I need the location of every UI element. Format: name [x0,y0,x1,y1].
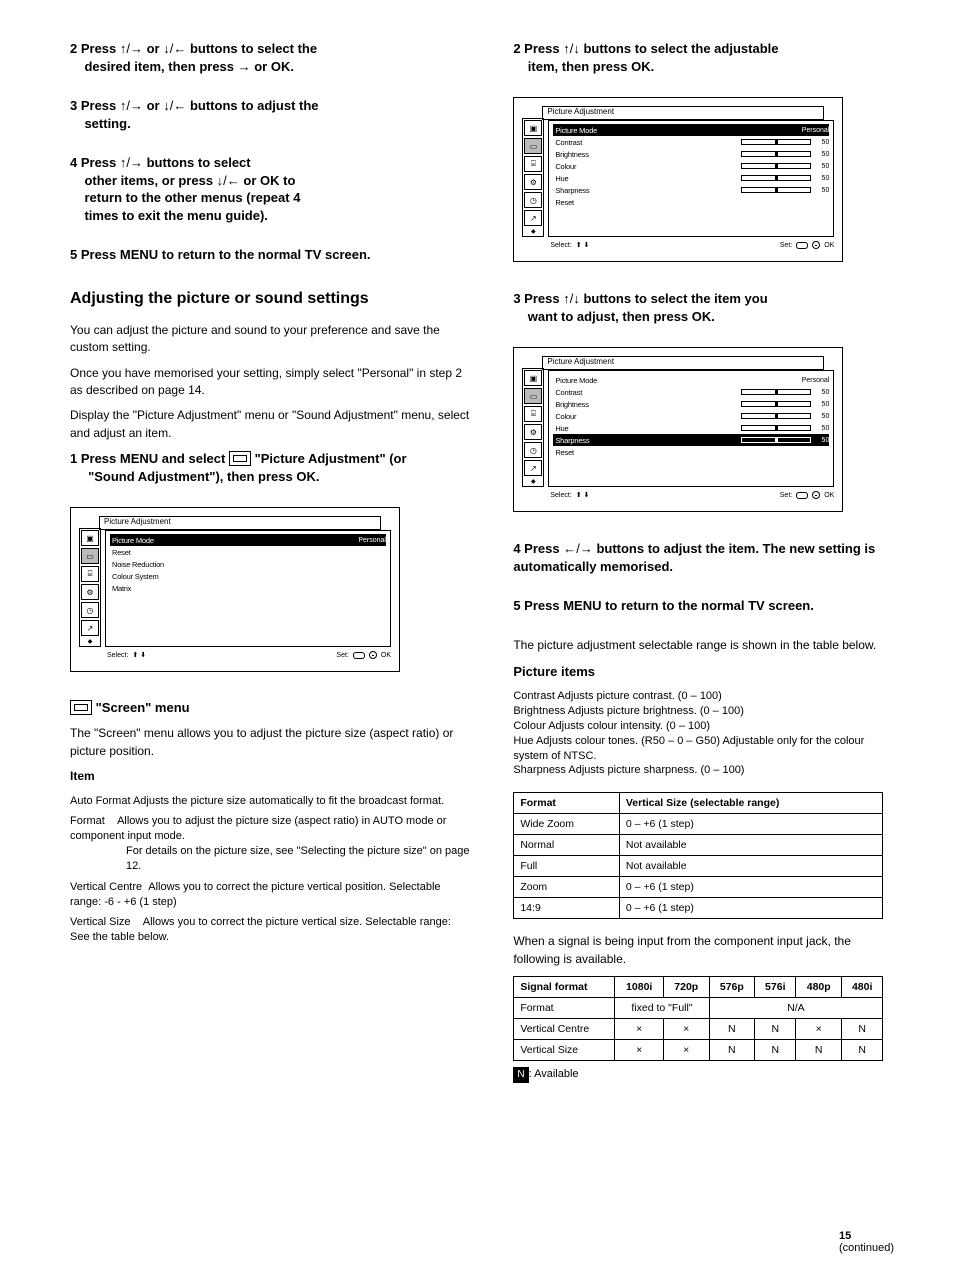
legend-badge: N [513,1067,528,1083]
screen-icon [70,700,92,715]
pic-hue: Hue Adjusts colour tones. (R50 – 0 – G50… [513,734,883,764]
para-1b: Once you have memorised your setting, si… [70,365,470,400]
picture-items-hdr: Picture items [513,664,883,679]
para-2: Display the "Picture Adjustment" menu or… [70,407,470,442]
up-right-arrows-icon: ↑/→ [120,40,143,58]
para-1: You can adjust the picture and sound to … [70,322,470,357]
leftright-arrows-icon: ←/→ [563,540,593,558]
pic-sharp: Sharpness Adjusts picture sharpness. (0 … [513,763,883,778]
sidebar-picture-icon: ▣ [524,120,542,136]
sidebar-picture-icon: ▣ [524,370,542,386]
component-table: Signal format 1080i 720p 576p 576i 480p … [513,976,883,1061]
sidebar-timer-icon: ◷ [81,602,99,618]
up-right-arrows-icon: ↑/→ [120,97,143,115]
updown-arrows-icon: ↑/↓ [563,40,580,58]
section-title: Adjusting the picture or sound settings [70,290,470,308]
sidebar-setup-icon: ⚙ [524,174,542,190]
screen-menu-text: The "Screen" menu allows you to adjust t… [70,725,470,760]
sidebar-screen-icon: ▭ [524,138,542,154]
vsize: Vertical Size Allows you to correct the … [70,915,470,945]
step-5: 5 Press MENU to return to the normal TV … [70,246,470,264]
pic-bright: Brightness Adjusts picture brightness. (… [513,704,883,719]
sidebar-features-icon: ⌸ [524,156,542,172]
sidebar-screen-icon: ▭ [524,388,542,404]
r-step-5: 5 Press MENU to return to the normal TV … [513,597,883,615]
updown-arrows-icon: ↑/↓ [563,290,580,308]
sidebar-features-icon: ⌸ [524,406,542,422]
osd-diagram-3: Picture Adjustment ▣ ▭ ⌸ ⚙ ◷ ↗ ◆ Picture… [513,347,843,512]
up-right-arrows-icon: ↑/→ [120,154,143,172]
right-arrow-icon: → [238,58,251,76]
r-step-2: 2 Press ↑/↓ buttons to select the adjust… [513,40,883,75]
sidebar-exit-icon: ↗ [81,620,99,636]
item-label: Item [70,768,470,785]
r-step-3: 3 Press ↑/↓ buttons to select the item y… [513,290,883,325]
sidebar-screen-icon: ▭ [81,548,99,564]
down-left-arrows-icon: ↓/← [163,97,186,115]
sidebar-features-icon: ⌸ [81,566,99,582]
sidebar-exit-icon: ↗ [524,460,542,476]
picture-icon [229,451,251,466]
auto-format: Auto Format Adjusts the picture size aut… [70,794,470,809]
sidebar-setup-icon: ⚙ [81,584,99,600]
vsize-table: FormatVertical Size (selectable range) W… [513,792,883,919]
screen-menu-heading: "Screen" menu [70,700,470,715]
step-2: 2 Press ↑/→ or ↓/← buttons to select the… [70,40,470,75]
vcentre: Vertical Centre Allows you to correct th… [70,880,470,910]
pic-colour: Colour Adjusts colour intensity. (0 – 10… [513,719,883,734]
osd-diagram-2: Picture Adjustment ▣ ▭ ⌸ ⚙ ◷ ↗ ◆ Picture… [513,97,843,262]
sidebar-timer-icon: ◷ [524,192,542,208]
sidebar-picture-icon: ▣ [81,530,99,546]
r-step-4: 4 Press ←/→ buttons to adjust the item. … [513,540,883,575]
format-label: Format Allows you to adjust the picture … [70,814,470,844]
step-3: 3 Press ↑/→ or ↓/← buttons to adjust the… [70,97,470,132]
down-left-arrows-icon: ↓/← [163,40,186,58]
step-4: 4 Press ↑/→ buttons to select other item… [70,154,470,224]
pic-contrast: Contrast Adjusts picture contrast. (0 – … [513,689,883,704]
sidebar-timer-icon: ◷ [524,442,542,458]
legend: N: Available [513,1067,883,1083]
format-more: For details on the picture size, see "Se… [70,844,470,874]
page-footer: 15(continued) [839,1230,894,1254]
table-intro: The picture adjustment selectable range … [513,637,883,654]
comp-intro: When a signal is being input from the co… [513,933,883,968]
sidebar-setup-icon: ⚙ [524,424,542,440]
sidebar-exit-icon: ↗ [524,210,542,226]
down-left-arrows-icon: ↓/← [217,172,240,190]
step-1-lower: 1 Press MENU and select "Picture Adjustm… [70,450,470,485]
osd-diagram-1: Picture Adjustment ▣ ▭ ⌸ ⚙ ◷ ↗ ◆ Picture… [70,507,400,672]
